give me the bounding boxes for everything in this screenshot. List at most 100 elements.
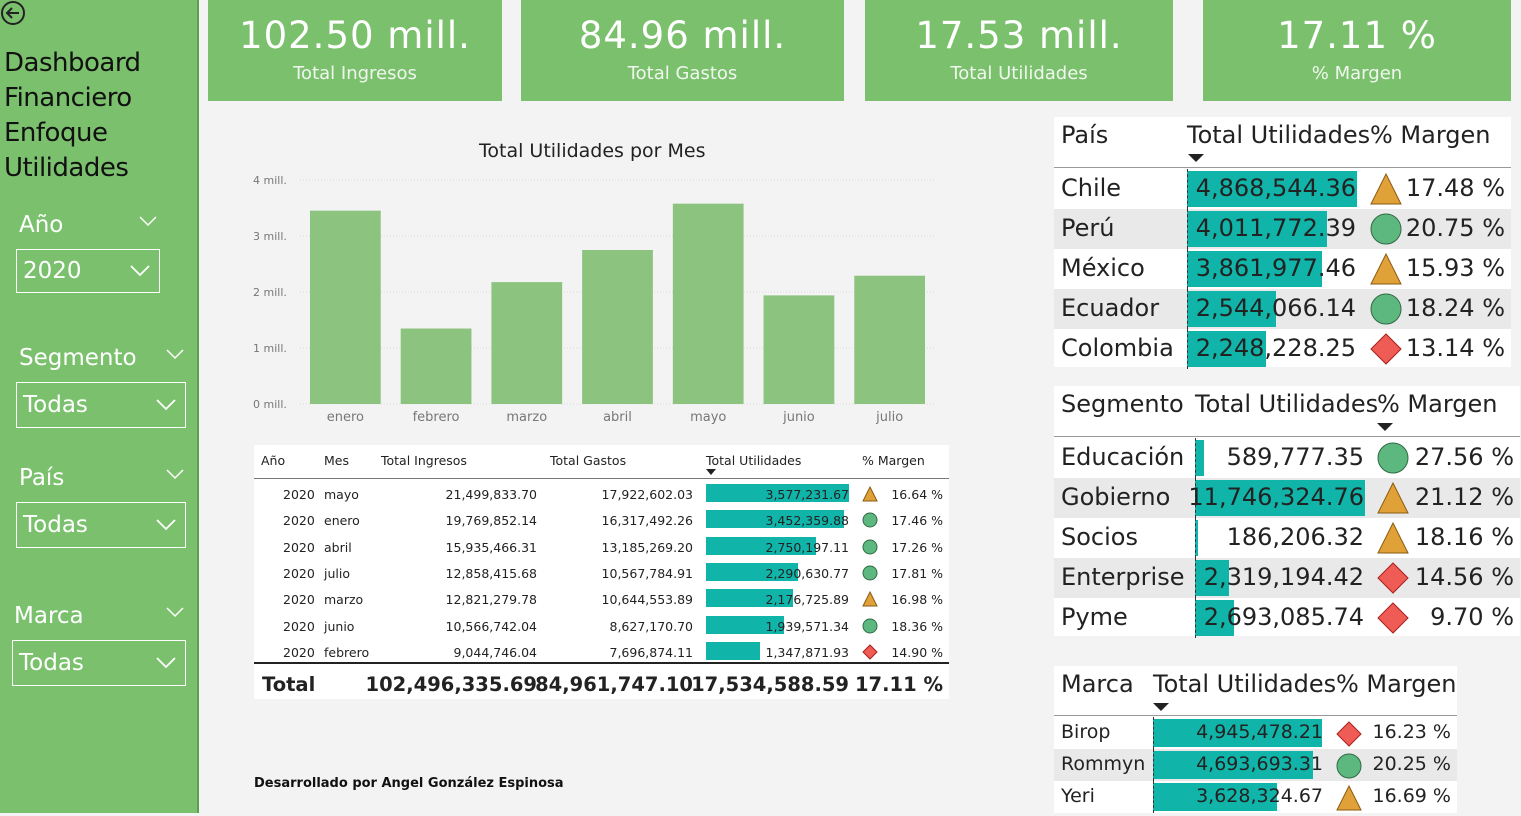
cell-anio: 2020 (283, 618, 315, 634)
cell-mes: junio (324, 618, 355, 634)
cell-margen: 18.16 % (1414, 523, 1514, 551)
segmento-dropdown[interactable]: Todas (16, 382, 186, 428)
column-header[interactable]: Total Utilidades (1153, 670, 1336, 698)
column-header[interactable]: Total Utilidades (1187, 121, 1370, 149)
y-tick-label: 1 mill. (253, 342, 287, 355)
column-header[interactable]: % Margen (1370, 121, 1491, 149)
table-row[interactable]: 2020 enero 19,769,852.14 16,317,492.26 3,452… (254, 507, 949, 533)
bar-mayo[interactable] (672, 203, 744, 404)
table-row[interactable]: Enterprise 2,319,194.42 14.56 % (1054, 558, 1520, 598)
table-row[interactable]: Socios 186,206.32 18.16 % (1054, 518, 1520, 558)
cell-gastos: 16,317,492.26 (601, 513, 693, 529)
column-header[interactable]: Total Utilidades (706, 453, 801, 468)
column-header[interactable]: Segmento (1061, 390, 1184, 418)
kpi-label: Total Ingresos (293, 63, 417, 84)
cell-margen: 21.12 % (1414, 483, 1514, 511)
kpi-card-margen: 17.11 % % Margen (1203, 0, 1511, 101)
cell-utilidades: 2,290,630.77 (765, 565, 850, 581)
bar-julio[interactable] (854, 275, 926, 404)
cell-mes: enero (324, 513, 360, 529)
table-row[interactable]: Yeri 3,628,324.67 16.69 % (1054, 781, 1457, 813)
cell-gastos: 10,644,553.89 (601, 592, 693, 608)
pais-table: País Total Utilidades% Margen Chile 4,868,5… (1054, 117, 1511, 369)
chevron-down-icon[interactable] (138, 215, 158, 227)
column-header[interactable]: Marca (1061, 670, 1134, 698)
column-header[interactable]: Mes (324, 453, 349, 468)
cell-ingresos: 9,044,746.04 (453, 644, 538, 660)
marca-dropdown[interactable]: Todas (12, 640, 186, 686)
data-bar (1195, 440, 1204, 476)
divider (254, 662, 949, 664)
divider (1054, 715, 1457, 716)
table-row[interactable]: 2020 julio 12,858,415.68 10,567,784.91 2,290… (254, 560, 949, 586)
cell-margen: 17.46 % (891, 513, 943, 529)
chevron-down-icon (156, 519, 176, 531)
table-row[interactable]: 2020 marzo 12,821,279.78 10,644,553.89 2,176… (254, 586, 949, 612)
y-tick-label: 2 mill. (253, 286, 287, 299)
cell-utilidades: 3,452,359.88 (765, 513, 850, 529)
table-row[interactable]: Gobierno 11,746,324.76 21.12 % (1054, 478, 1520, 518)
diamond-status-icon (1370, 333, 1402, 365)
table-row[interactable]: Perú 4,011,772.39 20.75 % (1054, 209, 1511, 249)
cell-utilidades: 3,628,324.67 (1196, 785, 1323, 807)
table-row[interactable]: Chile 4,868,544.36 17.48 % (1054, 169, 1511, 209)
cell-utilidades: 3,861,977.46 (1195, 254, 1356, 282)
table-row[interactable]: Pyme 2,693,085.74 9.70 % (1054, 598, 1520, 638)
cell-name: México (1061, 254, 1145, 282)
table-row[interactable]: Birop 4,945,478.21 16.23 % (1054, 717, 1457, 749)
column-header[interactable]: Total Utilidades (1195, 390, 1378, 418)
cell-name: Yeri (1061, 785, 1095, 807)
axis-line (1195, 518, 1196, 558)
column-header[interactable]: % Margen (1336, 670, 1457, 698)
table-row[interactable]: 2020 mayo 21,499,833.70 17,922,602.03 3,577,… (254, 481, 949, 507)
cell-utilidades: 4,945,478.21 (1196, 721, 1323, 743)
bar-abril[interactable] (582, 249, 653, 404)
back-arrow-icon[interactable] (0, 0, 30, 30)
table-row[interactable]: Rommyn 4,693,693.31 20.25 % (1054, 749, 1457, 781)
column-header[interactable]: País (1061, 121, 1108, 149)
anio-dropdown[interactable]: 2020 (16, 249, 160, 293)
table-row[interactable]: 2020 abril 15,935,466.31 13,185,269.20 2,750… (254, 534, 949, 560)
table-row[interactable]: Colombia 2,248,228.25 13.14 % (1054, 329, 1511, 369)
cell-utilidades: 3,577,231.67 (765, 487, 850, 502)
table-row[interactable]: 2020 junio 10,566,742.04 8,627,170.70 1,939,… (254, 613, 949, 639)
bar-junio[interactable] (763, 295, 835, 404)
circle-status-icon (862, 512, 878, 528)
column-header[interactable]: Año (261, 453, 285, 468)
bar-marzo[interactable] (491, 282, 563, 404)
cell-mes: abril (324, 539, 352, 555)
column-header[interactable]: % Margen (1377, 390, 1498, 418)
divider (254, 478, 949, 479)
bar-chart: 0 mill. 1 mill. 2 mill. 3 mill. 4 mill. enero… (253, 174, 935, 425)
cell-name: Rommyn (1061, 753, 1146, 775)
y-tick-label: 0 mill. (253, 398, 287, 411)
chevron-down-icon[interactable] (165, 468, 185, 480)
table-row[interactable]: Educación 589,777.35 27.56 % (1054, 438, 1520, 478)
column-header[interactable]: Total Gastos (550, 453, 626, 468)
marca-table: Marca Total Utilidades% Margen Birop 4,945,… (1054, 666, 1457, 813)
cell-ingresos: 19,769,852.14 (445, 513, 537, 529)
chevron-down-icon[interactable] (165, 606, 185, 618)
table-row[interactable]: México 3,861,977.46 15.93 % (1054, 249, 1511, 289)
pais-dropdown[interactable]: Todas (16, 502, 186, 548)
cell-utilidades: 2,248,228.25 (1195, 334, 1356, 362)
table-row[interactable]: Ecuador 2,544,066.14 18.24 % (1054, 289, 1511, 329)
bar-febrero[interactable] (400, 328, 472, 404)
circle-status-icon (1370, 293, 1402, 325)
sort-desc-icon (706, 469, 716, 475)
table-row[interactable]: 2020 febrero 9,044,746.04 7,696,874.11 1,347… (254, 639, 949, 665)
column-header[interactable]: Total Ingresos (381, 453, 467, 468)
cell-margen: 18.24 % (1405, 294, 1505, 322)
total-label: Total (262, 673, 316, 696)
diamond-status-icon (1336, 721, 1362, 747)
total-gastos: 84,961,747.10 (535, 673, 693, 696)
cell-name: Ecuador (1061, 294, 1160, 322)
column-header[interactable]: % Margen (862, 453, 925, 468)
kpi-label: % Margen (1311, 63, 1403, 84)
kpi-value: 17.11 % (1277, 14, 1437, 57)
cell-utilidades: 4,011,772.39 (1195, 214, 1356, 242)
chevron-down-icon[interactable] (165, 348, 185, 360)
segmento-value: Todas (23, 392, 88, 418)
bar-enero[interactable] (309, 210, 381, 404)
cell-anio: 2020 (283, 565, 315, 581)
